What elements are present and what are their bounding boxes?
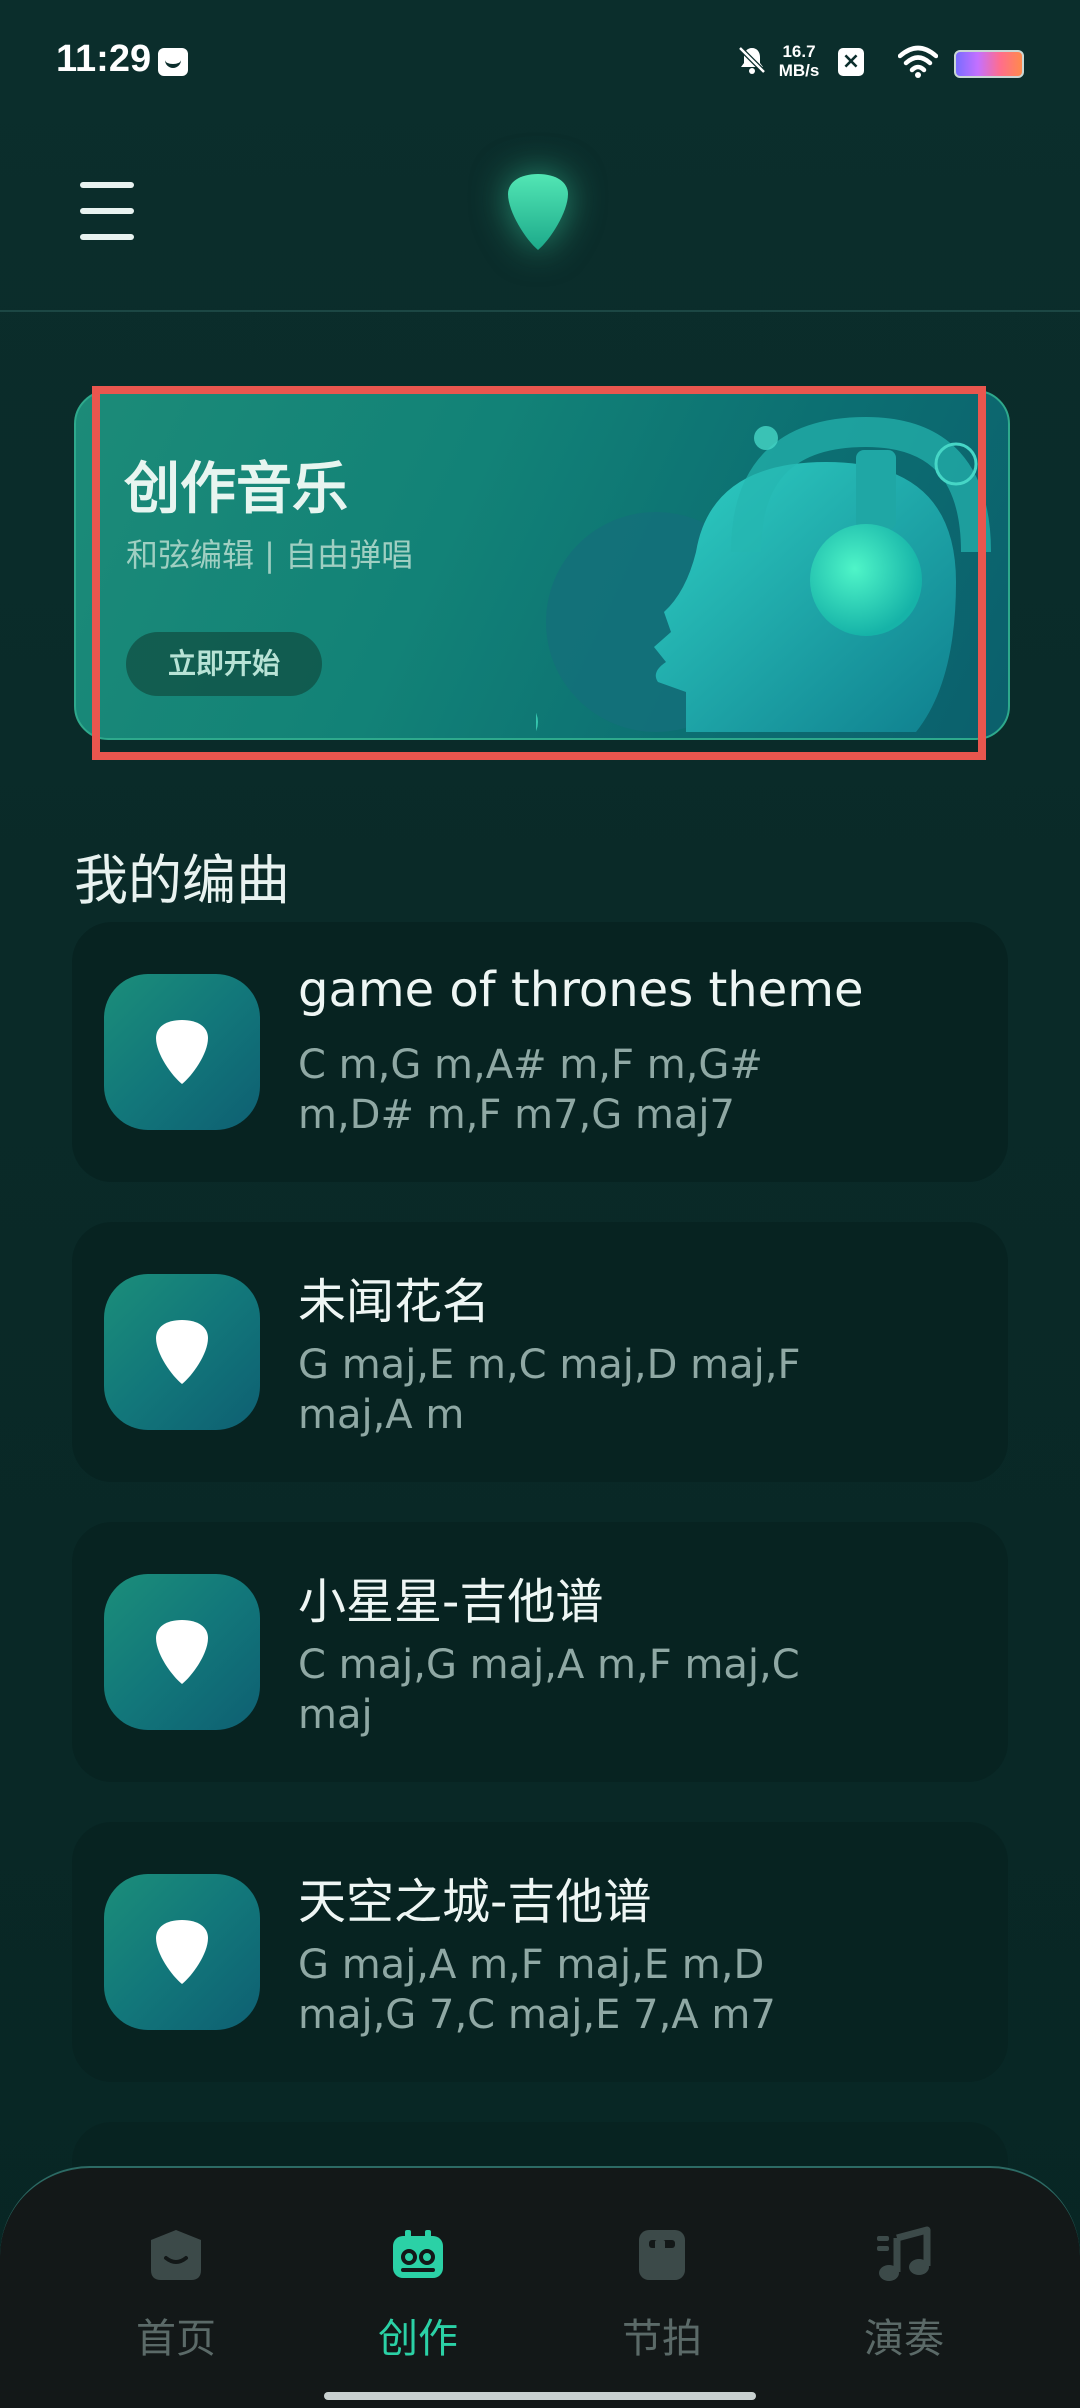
x-box-icon: × [838, 48, 864, 76]
create-icon [393, 2230, 443, 2278]
song-title: 未闻花名 [298, 1274, 491, 1330]
list-item[interactable]: 未闻花名 G maj,E m,C maj,D maj,F maj,A m [72, 1222, 1008, 1482]
status-time: 11:29 [56, 38, 152, 80]
song-chords: C m,G m,A# m,F m,G# m,D# m,F m7,G maj7 [298, 1042, 763, 1138]
metronome-icon [639, 2230, 685, 2280]
list-item[interactable]: 天空之城-吉他谱 G maj,A m,F maj,E m,D maj,G 7,C… [72, 1822, 1008, 2082]
guitar-pick-icon [156, 1920, 208, 1984]
status-icons: 16.7 MB/s × [694, 40, 1024, 80]
status-bar: 11:29 16.7 MB/s × [0, 0, 1080, 120]
song-title: game of thrones theme [298, 962, 864, 1018]
nav-item-beat[interactable]: 节拍 [582, 2226, 742, 2364]
song-thumbnail [104, 1274, 260, 1430]
song-title: 天空之城-吉他谱 [298, 1874, 652, 1930]
network-speed-unit: MB/s [778, 61, 820, 80]
nav-label-perform: 演奏 [864, 2316, 944, 2362]
guitar-pick-icon [156, 1020, 208, 1084]
guitar-pick-icon [156, 1620, 208, 1684]
nav-label-home: 首页 [136, 2316, 216, 2362]
section-title: 我的编曲 [74, 849, 290, 912]
highlight-box [92, 386, 986, 760]
network-speed: 16.7 MB/s [774, 42, 824, 80]
home-icon [151, 2230, 201, 2280]
message-icon [158, 48, 188, 76]
music-note-icon [877, 2226, 931, 2281]
list-item[interactable]: 小星星-吉他谱 C maj,G maj,A m,F maj,C maj [72, 1522, 1008, 1782]
song-thumbnail [104, 1874, 260, 2030]
song-title: 小星星-吉他谱 [298, 1574, 604, 1630]
song-chords: G maj,E m,C maj,D maj,F maj,A m [298, 1342, 801, 1438]
app-header [0, 120, 1080, 310]
song-thumbnail [104, 974, 260, 1130]
bell-off-icon [738, 46, 766, 74]
network-speed-value: 16.7 [782, 42, 816, 61]
nav-item-home[interactable]: 首页 [96, 2226, 256, 2364]
song-chords: G maj,A m,F maj,E m,D maj,G 7,C maj,E 7,… [298, 1942, 776, 2038]
nav-label-create: 创作 [378, 2316, 458, 2362]
nav-item-perform[interactable]: 演奏 [824, 2226, 984, 2364]
nav-label-beat: 节拍 [622, 2316, 702, 2362]
wifi-icon [898, 45, 938, 78]
menu-icon[interactable] [80, 182, 136, 240]
list-item[interactable]: game of thrones theme C m,G m,A# m,F m,G… [72, 922, 1008, 1182]
arrangement-list: game of thrones theme C m,G m,A# m,F m,G… [72, 922, 1008, 2222]
bottom-nav: 首页 创作 节拍 演奏 [0, 2166, 1080, 2408]
app-screen: 11:29 16.7 MB/s × 创作音乐 和弦编辑 | 自由弹唱 立即开始 … [0, 0, 1080, 2408]
home-indicator [324, 2392, 756, 2400]
battery-icon [954, 50, 1024, 78]
nav-item-create[interactable]: 创作 [338, 2226, 498, 2364]
song-chords: C maj,G maj,A m,F maj,C maj [298, 1642, 800, 1738]
header-divider [0, 310, 1080, 312]
guitar-pick-icon [508, 174, 568, 250]
guitar-pick-icon [156, 1320, 208, 1384]
song-thumbnail [104, 1574, 260, 1730]
